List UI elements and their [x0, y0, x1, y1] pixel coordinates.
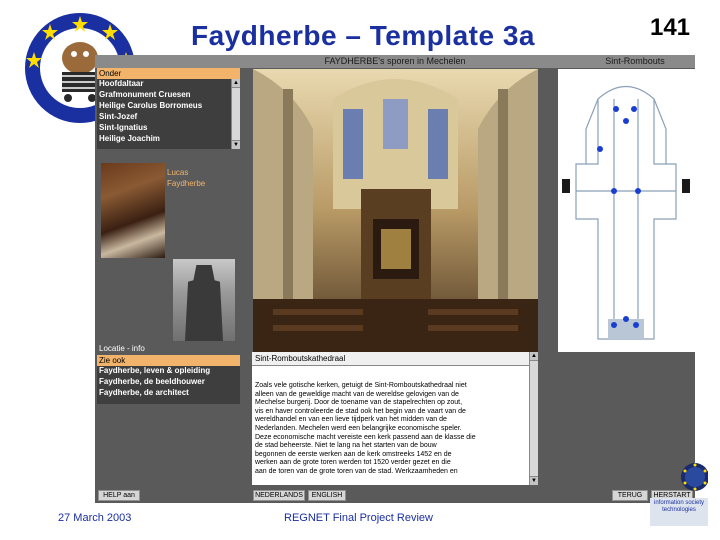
- terug-button[interactable]: TERUG: [612, 490, 648, 501]
- tower-silhouette: [185, 265, 223, 341]
- info-scrollbar[interactable]: ▲ ▼: [529, 352, 538, 485]
- portrait-caption-last: Faydherbe: [167, 179, 206, 188]
- faydherbe-app-window: FAYDHERBE's sporen in Mechelen Sint-Romb…: [95, 55, 695, 503]
- menu-item-ignatius[interactable]: Sint-Ignatius: [97, 123, 240, 134]
- info-line: aan de toren van de grote toren van de s…: [255, 467, 458, 475]
- onder-header: Onder: [97, 68, 240, 79]
- info-line: Nederlanden. Mechelen werd een belangrij…: [255, 424, 462, 432]
- zie-ook-header: Zie ook: [97, 355, 240, 366]
- help-button[interactable]: HELP aan: [98, 490, 140, 501]
- menu-item-carolus[interactable]: Heilige Carolus Borromeus: [97, 101, 240, 112]
- menu-item-jozef[interactable]: Sint-Jozef: [97, 112, 240, 123]
- onder-scrollbar[interactable]: ▲ ▼: [231, 79, 240, 149]
- menu-item-grafmonument[interactable]: Grafmonument Cruesen: [97, 90, 240, 101]
- info-line: begonnen de eerste werken aan de kerk om…: [255, 450, 452, 458]
- menu-item-joachim[interactable]: Heilige Joachim: [97, 134, 240, 145]
- scroll-down-icon[interactable]: ▼: [232, 140, 240, 149]
- slide-title: Faydherbe – Template 3a: [191, 20, 535, 51]
- portrait-caption: Lucas Faydherbe: [167, 167, 227, 189]
- info-line: Deze economische macht vereiste een kerk…: [255, 433, 476, 441]
- menu-item-hoofdaltaar[interactable]: Hoofdaltaar: [97, 79, 240, 90]
- ist-globe-icon: [681, 463, 709, 491]
- portrait-caption-first: Lucas: [167, 168, 189, 177]
- info-line: vis en haver controleerde de stad ook he…: [255, 407, 466, 415]
- zie-item-leven[interactable]: Faydherbe, leven & opleiding: [97, 366, 240, 377]
- info-line: alleen van de geweldige macht van de wer…: [255, 390, 459, 398]
- info-line: werken aan de grote toren werden tot 152…: [255, 459, 451, 467]
- zie-ook-list: Faydherbe, leven & opleiding Faydherbe, …: [97, 366, 240, 404]
- faydherbe-portrait[interactable]: [101, 163, 165, 258]
- scroll-up-icon[interactable]: ▲: [232, 79, 240, 88]
- info-line: de stad beheerste. Niet te lang na het s…: [255, 442, 437, 450]
- zie-item-beeldhouwer[interactable]: Faydherbe, de beeldhouwer: [97, 377, 240, 388]
- info-heading: Sint-Romboutskathedraal: [252, 352, 538, 366]
- info-line: Mechelse burgerij. Door de toename van d…: [255, 399, 463, 407]
- footer-date: 27 March 2003: [58, 512, 132, 524]
- ist-logo-text: information society technologies: [650, 498, 708, 526]
- nederlands-button[interactable]: NEDERLANDS: [253, 490, 305, 501]
- info-line: wereldhandel en van een lieve tijdperk v…: [255, 416, 447, 424]
- info-text-panel: Sint-Romboutskathedraal Zoals vele gotis…: [252, 352, 538, 485]
- scroll-up-icon[interactable]: ▲: [530, 352, 538, 361]
- ist-logo: information society technologies: [650, 456, 709, 526]
- app-title-bar: FAYDHERBE's sporen in Mechelen Sint-Romb…: [95, 55, 695, 68]
- cathedral-tower-image[interactable]: [173, 259, 235, 341]
- info-body: Zoals vele gotische kerken, getuigt de S…: [255, 382, 523, 477]
- footer-title: REGNET Final Project Review: [284, 512, 433, 524]
- app-location-title: Sint-Rombouts: [605, 56, 665, 66]
- slide-number: 141: [649, 14, 691, 41]
- floor-plan-map[interactable]: [558, 69, 695, 352]
- location-info-label[interactable]: Locatie - info: [97, 344, 145, 353]
- zie-item-architect[interactable]: Faydherbe, de architect: [97, 388, 240, 399]
- app-title: FAYDHERBE's sporen in Mechelen: [324, 56, 466, 66]
- english-button[interactable]: ENGLISH: [308, 490, 346, 501]
- info-line: Zoals vele gotische kerken, getuigt de S…: [255, 382, 467, 389]
- scroll-down-icon[interactable]: ▼: [530, 476, 538, 485]
- onder-menu-list: Hoofdaltaar Grafmonument Cruesen Heilige…: [97, 79, 240, 149]
- cathedral-interior-photo[interactable]: [253, 69, 538, 352]
